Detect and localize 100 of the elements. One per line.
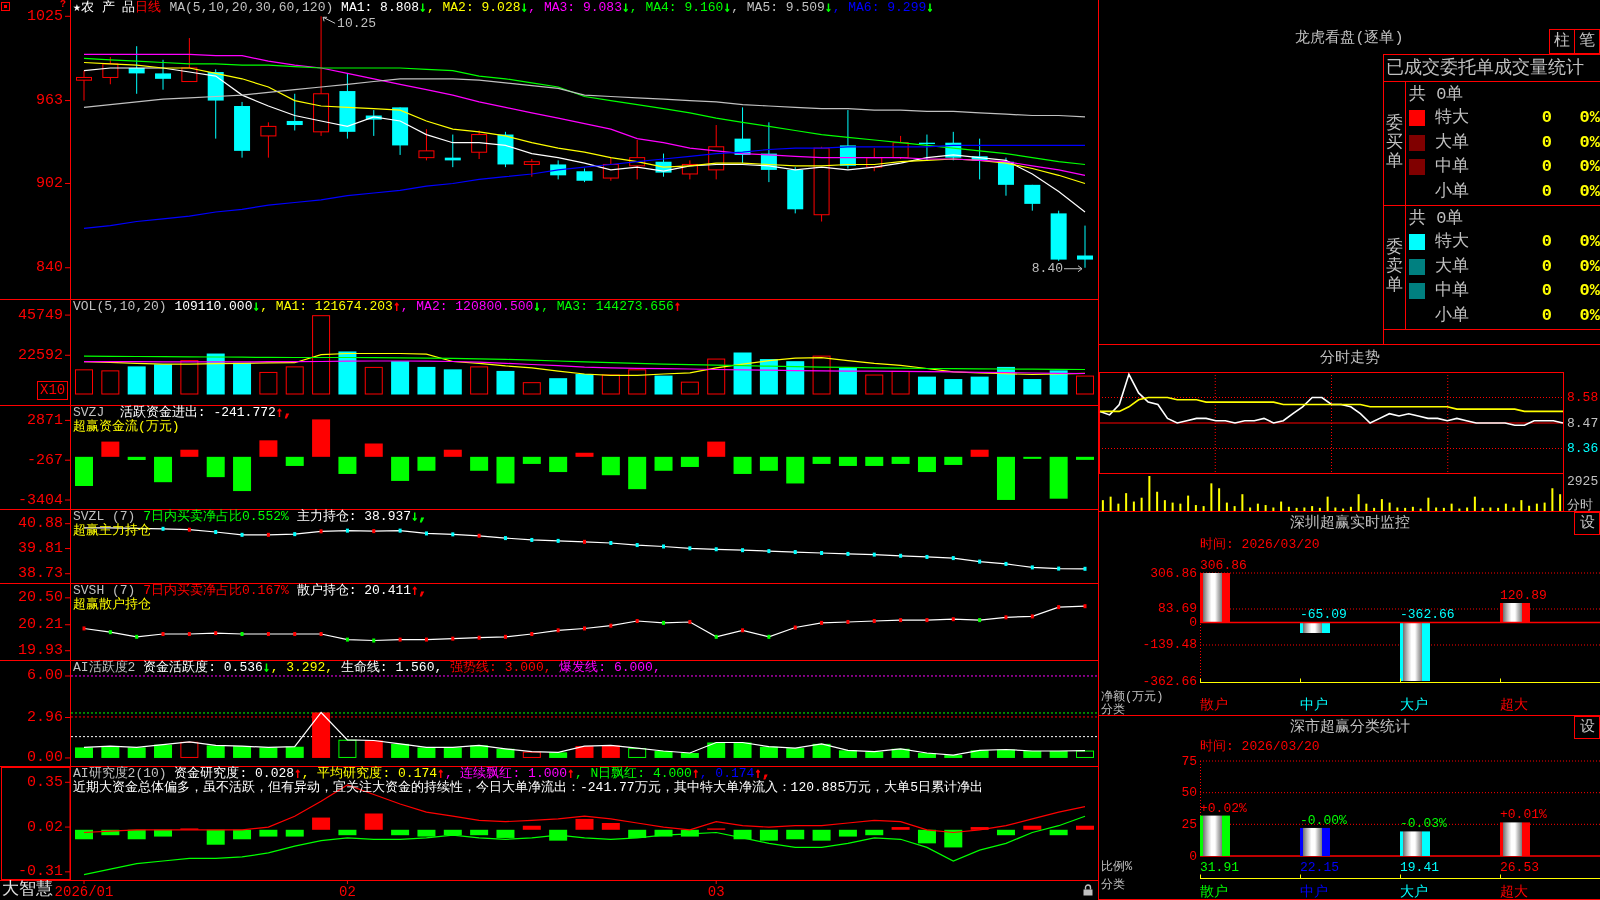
date-label: 时间: 2026/03/20 [1200,536,1320,552]
size-label: 大单 [1435,132,1469,153]
order-percent: 0% [1579,232,1600,253]
order-count: 0 [1541,132,1552,153]
indicator-legend: SVSH (7) 7日内买卖净占比0.167% 散户持仓: 20.411↑, [73,584,427,598]
size-label: 特大 [1435,108,1469,129]
y-tick-label: 963 [36,92,63,110]
y-tick-label: 8.58 [1567,390,1599,405]
order-total: 共 0单 [1409,208,1464,230]
panel-title: 分时走势 [1319,349,1380,368]
order-count: 0 [1541,108,1552,129]
value-label: 31.91 [1200,860,1239,875]
y-tick-label: 2871 [27,411,63,429]
change-label: -0.00% [1300,812,1347,828]
y-tick-label: 38.73 [18,565,63,583]
y-tick-label: 0 [1189,848,1197,864]
y-tick-label: 75 [1181,754,1197,769]
indicator-legend: SVZJ 活跃资金进出: -241.772↑, [73,406,292,420]
y-tick-label: -362.66 [1142,673,1197,689]
y-tick-label: 1025 [27,7,63,25]
y-tick-label: 6.00 [27,667,63,685]
indicator-legend: MA(5,10,20,30,60,120) MA1: 8.808↓, MA2: 9.028↓, MA3: 9.083↓, MA4: 9.160↓, MA5: 9.509↓, MA6: 9.299↓ [169,1,935,15]
question-mark: ? [60,0,66,9]
y-tick-label: 83.69 [1158,601,1197,617]
price-annotation: 8.40 [1031,261,1063,277]
order-count: 0 [1541,256,1552,277]
y-tick-label: -3404 [18,491,63,509]
order-count: 0 [1541,157,1552,178]
y-tick-label: 840 [36,259,63,277]
period-label: 日线 [135,1,162,15]
size-label: 小单 [1435,181,1469,202]
value-label: 26.53 [1500,860,1539,875]
unit-label: 分时 [1567,498,1593,512]
y-tick-label: 8.47 [1567,415,1599,431]
y-tick-label: 902 [36,175,63,192]
stock-name: ★农 产 品 [73,1,136,15]
category-label: 散户 [1200,697,1228,713]
size-label: 特大 [1435,232,1469,253]
y-tick-label: 39.81 [18,540,63,558]
category-label: 中户 [1300,884,1328,899]
y-tick-label: 22592 [18,346,63,364]
y-tick-label: 50 [1181,785,1197,801]
date-label: 时间: 2026/03/20 [1200,738,1320,754]
y-tick-label: 19.93 [18,642,63,660]
value-label: 306.86 [1200,558,1247,573]
category-label: 中户 [1300,697,1328,713]
size-label: 小单 [1435,305,1469,326]
y-tick-label: 0.02 [27,818,63,836]
stats-title: 已成交委托单成交量统计 [1386,57,1584,79]
order-percent: 0% [1579,108,1600,129]
size-label: 大单 [1435,256,1469,277]
y-tick-label: -0.31 [18,863,63,881]
order-count: 0 [1541,232,1552,253]
price-annotation: 10.25 [337,15,377,31]
y-tick-label: 0 [1189,615,1197,630]
size-label: 中单 [1435,281,1469,302]
y-tick-label: 2.96 [27,709,63,726]
order-percent: 0% [1579,281,1600,302]
size-label: 中单 [1435,157,1469,178]
y-tick-label: 306.86 [1150,565,1197,581]
y-tick-label: 8.36 [1567,441,1599,456]
category-label: 超大 [1500,884,1528,899]
y-tick-label: 40.88 [18,515,63,533]
y-tick-label: 25 [1181,816,1197,832]
order-percent: 0% [1579,256,1600,277]
category-label: 大户 [1400,697,1428,713]
value-label: 120.89 [1500,588,1547,603]
y-tick-label: 45749 [18,306,63,324]
category-label: 超大 [1500,697,1528,713]
side-label: 委卖单 [1386,239,1403,296]
x-tick-label: 2026/01 [54,884,114,900]
order-count: 0 [1541,281,1552,302]
indicator-caption: 超赢散户持仓 [73,598,151,612]
y-tick-label: 20.21 [18,616,63,634]
order-count: 0 [1541,305,1552,326]
x-tick-label: 02 [339,884,356,900]
value-label: -362.66 [1400,607,1455,623]
x-tick-label: 03 [707,884,725,900]
scale-badge: X10 [37,381,69,400]
indicator-legend: VOL(5,10,20) 109110.000↓, MA1: 121674.203↑, MA2: 120800.500↓, MA3: 144273.656↑ [73,300,682,314]
y-tick-label: -267 [27,451,63,469]
order-count: 0 [1541,181,1552,202]
value-label: 22.15 [1300,860,1339,875]
value-label: 19.41 [1400,860,1439,875]
axis-title: 分类 [1101,878,1125,892]
axis-title: 分类 [1101,703,1125,715]
change-label: +0.01% [1500,807,1547,823]
order-percent: 0% [1579,181,1600,202]
indicator-legend: SVZL (7) 7日内买卖净占比0.552% 主力持仓: 38.937↓, [73,510,427,524]
panel-title: 龙虎看盘(逐单) [1295,29,1404,49]
indicator-legend: AI活跃度2 资金活跃度: 0.536↓, 3.292, 生命线: 1.560, 强势线: 3.000, 爆发线: 6.000, [73,661,661,675]
brand-label: 大智慧 [2,880,53,900]
order-percent: 0% [1579,305,1600,326]
change-label: -0.03% [1400,816,1447,832]
category-label: 大户 [1400,884,1428,899]
order-percent: 0% [1579,132,1600,153]
axis-title: 净额(万元) [1101,690,1164,704]
y-tick-label: -139.48 [1142,637,1197,653]
panel-title: 深圳超赢实时监控 [1289,514,1410,533]
y-tick-label: 0.00 [27,749,63,766]
